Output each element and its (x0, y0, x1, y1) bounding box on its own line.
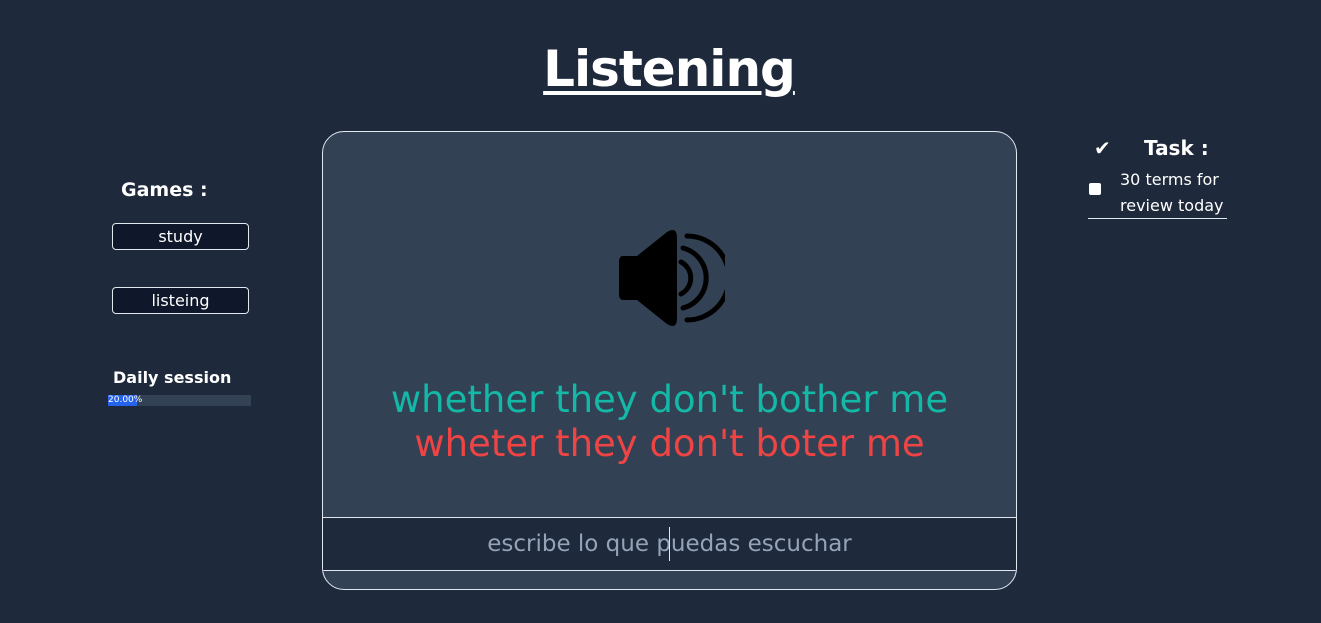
daily-session-progress-text: 20.00% (108, 395, 143, 405)
speaker-volume-icon[interactable] (615, 226, 732, 330)
task-divider (1088, 218, 1227, 219)
correct-answer-text: whether they don't bother me (390, 378, 949, 421)
checkmark-icon: ✔ (1094, 136, 1111, 160)
listening-card: whether they don't bother me wheter they… (322, 131, 1017, 590)
daily-session-label: Daily session (113, 368, 232, 387)
user-answer-text: wheter they don't boter me (414, 422, 925, 465)
task-checkbox[interactable] (1089, 183, 1101, 195)
games-heading: Games : (121, 179, 208, 201)
listening-button[interactable]: listeing (112, 287, 249, 314)
study-button[interactable]: study (112, 223, 249, 250)
daily-session-progress-bar: 20.00% (108, 395, 251, 406)
daily-session-progress-fill: 20.00% (108, 395, 142, 406)
task-item-label: 30 terms for review today (1120, 170, 1224, 215)
task-heading: Task : (1144, 136, 1209, 160)
page-title: Listening (543, 40, 796, 98)
text-caret (669, 527, 670, 561)
